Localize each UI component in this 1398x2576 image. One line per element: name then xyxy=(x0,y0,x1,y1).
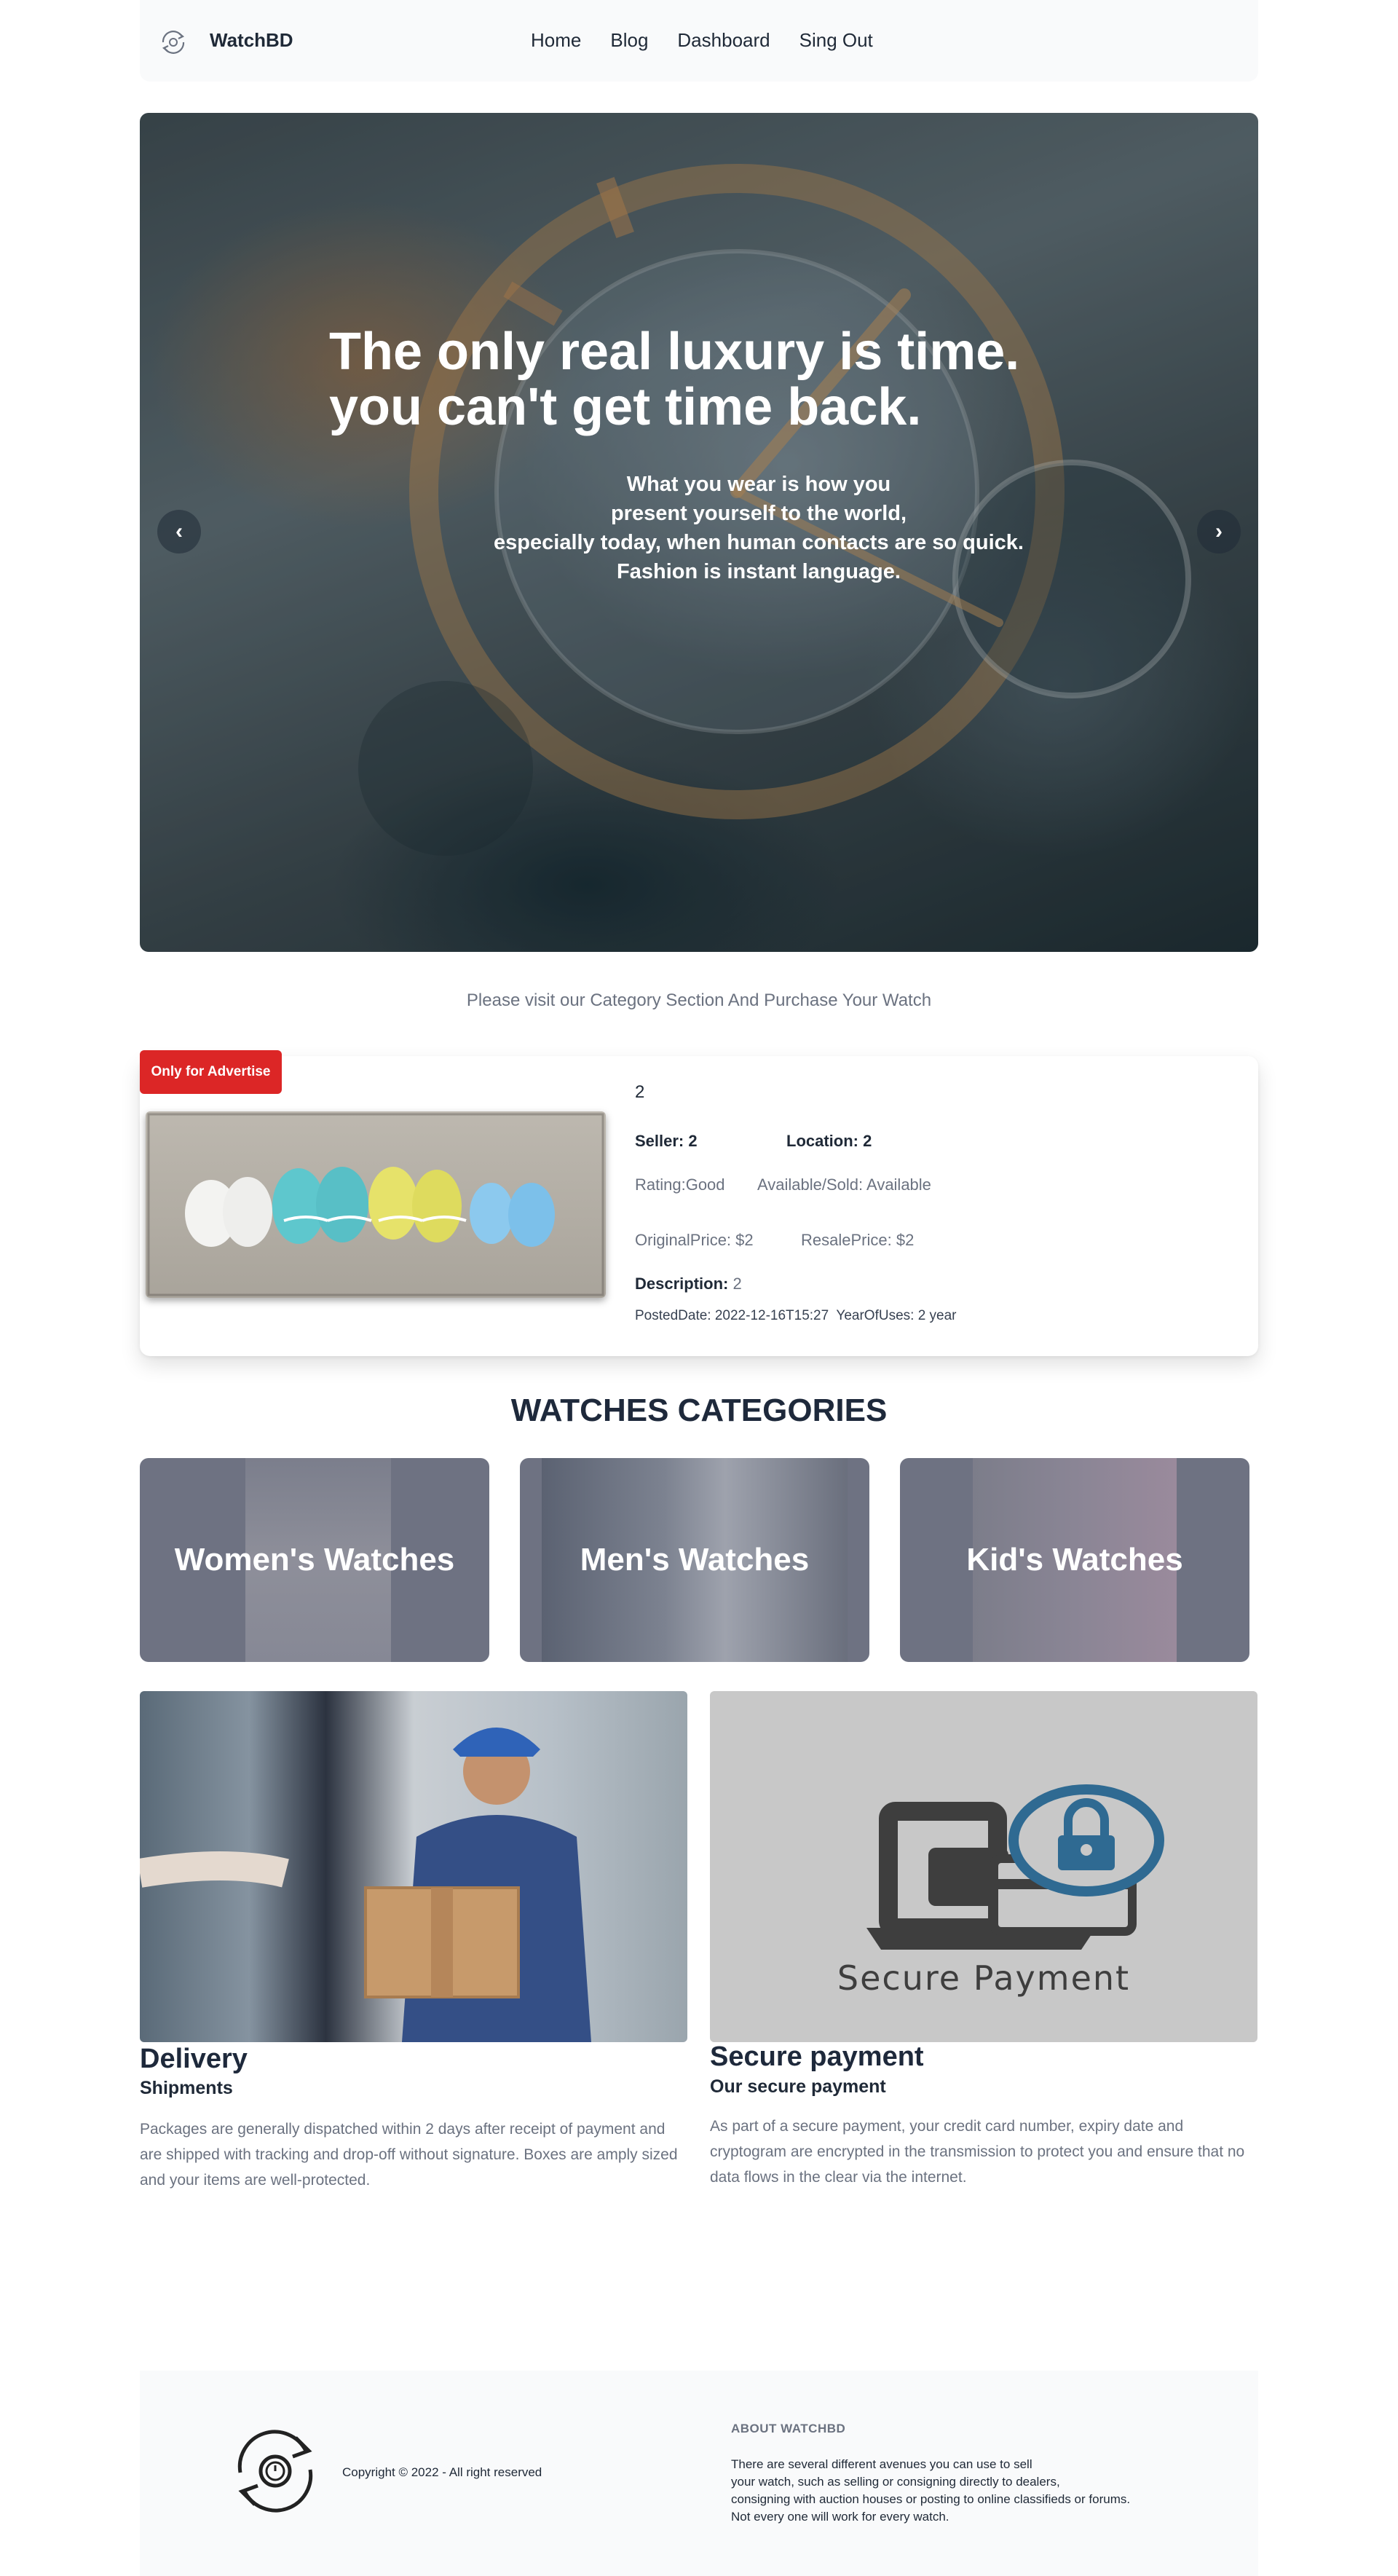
navbar: WatchBD Home Blog Dashboard Sing Out xyxy=(140,0,1258,82)
about-text: There are several different avenues you … xyxy=(731,2457,1131,2524)
payment-text: As part of a secure payment, your credit… xyxy=(710,2118,1245,2186)
seller-info: Seller: 2 xyxy=(635,1132,698,1150)
nav-sign-out[interactable]: Sing Out xyxy=(799,29,873,52)
carousel-next-button[interactable]: › xyxy=(1197,510,1241,554)
category-men[interactable]: Men's Watches xyxy=(520,1458,869,1662)
about-heading: ABOUT WATCHBD xyxy=(731,2422,846,2435)
secure-payment-image-text: Secure Payment xyxy=(837,1958,1130,1998)
nav-dashboard[interactable]: Dashboard xyxy=(677,29,770,52)
nav-blog[interactable]: Blog xyxy=(610,29,648,52)
nav-links: Home Blog Dashboard Sing Out xyxy=(531,29,873,52)
nav-home[interactable]: Home xyxy=(531,29,581,52)
product-image xyxy=(146,1111,606,1298)
delivery-image xyxy=(140,1691,687,2042)
brand-name[interactable]: WatchBD xyxy=(210,29,293,52)
category-label: Women's Watches xyxy=(174,1542,455,1577)
advertised-product-card[interactable]: 2 Seller: 2 Location: 2 Rating:Good Avai… xyxy=(140,1056,1258,1356)
carousel-prev-button[interactable]: ‹ xyxy=(157,510,201,554)
category-kids[interactable]: Kid's Watches xyxy=(900,1458,1249,1662)
categories-heading: WATCHES CATEGORIES xyxy=(510,1393,888,1428)
payment-title: Secure payment xyxy=(710,2041,924,2072)
watch-exchange-icon[interactable] xyxy=(157,26,189,58)
delivery-title: Delivery xyxy=(140,2044,248,2074)
advertise-badge[interactable]: Only for Advertise xyxy=(140,1050,282,1094)
posted-info: PostedDate: 2022-12-16T15:27 YearOfUses:… xyxy=(635,1308,957,1323)
hero-carousel: The only real luxury is time. you can't … xyxy=(140,113,1258,952)
description-info: Description: 2 xyxy=(635,1275,742,1293)
rating-info: Rating:Good xyxy=(635,1175,725,1194)
footer: Copyright © 2022 - All right reserved AB… xyxy=(140,2371,1258,2576)
visit-category-text: Please visit our Category Section And Pu… xyxy=(466,990,932,1010)
location-info: Location: 2 xyxy=(786,1132,872,1150)
hero-title: The only real luxury is time. you can't … xyxy=(329,323,1020,436)
category-label: Kid's Watches xyxy=(966,1542,1183,1577)
hero-subtitle: What you wear is how you present yoursel… xyxy=(494,473,1024,583)
secure-payment-image: Secure Payment xyxy=(710,1691,1257,2042)
copyright-text: Copyright © 2022 - All right reserved xyxy=(342,2465,542,2479)
product-title: 2 xyxy=(635,1082,645,1102)
watch-exchange-icon[interactable] xyxy=(226,2422,325,2521)
delivery-text: Packages are generally dispatched within… xyxy=(140,2121,678,2189)
payment-subtitle: Our secure payment xyxy=(710,2076,886,2097)
delivery-subtitle: Shipments xyxy=(140,2078,233,2098)
resale-price: ResalePrice: $2 xyxy=(801,1231,915,1249)
category-label: Men's Watches xyxy=(580,1542,810,1577)
category-women[interactable]: Women's Watches xyxy=(140,1458,489,1662)
original-price: OriginalPrice: $2 xyxy=(635,1231,754,1249)
availability-info: Available/Sold: Available xyxy=(757,1175,931,1194)
